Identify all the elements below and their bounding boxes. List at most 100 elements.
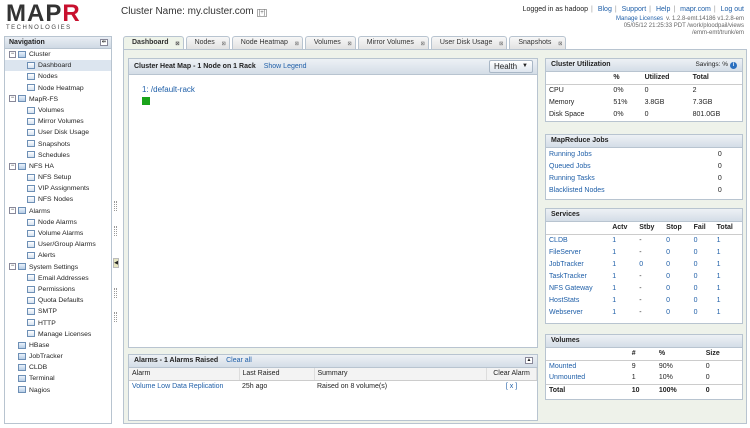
tab-volumes[interactable]: Volumes ⊠	[304, 36, 356, 49]
sidebar-item-dashboard[interactable]: Dashboard	[5, 60, 111, 72]
help-link[interactable]: Help	[656, 6, 670, 13]
count-link[interactable]: 1	[612, 261, 616, 268]
count-link[interactable]: 0	[666, 273, 670, 280]
count-link[interactable]: 1	[717, 297, 721, 304]
manage-licenses-link[interactable]: Manage Licenses	[616, 16, 663, 22]
count-link[interactable]: 0	[639, 261, 643, 268]
sidebar-item-mapr-fs[interactable]: − MapR-FS	[5, 94, 111, 105]
count-link[interactable]: 0	[694, 237, 698, 244]
clear-all-alarms-link[interactable]: Clear all	[226, 357, 252, 364]
sidebar-item-user-disk-usage[interactable]: User Disk Usage	[5, 127, 111, 138]
sidebar-item-node-alarms[interactable]: Node Alarms	[5, 217, 111, 228]
count-link[interactable]: 1	[717, 237, 721, 244]
collapse-tree-icon[interactable]: −	[9, 263, 16, 271]
sidebar-item-snapshots[interactable]: Snapshots	[5, 139, 111, 150]
count-link[interactable]: 1	[612, 297, 616, 304]
count-link[interactable]: 0	[694, 249, 698, 256]
tab-dashboard[interactable]: Dashboard ⊠	[123, 36, 184, 50]
running-tasks-link[interactable]: Running Tasks	[549, 175, 595, 182]
count-link[interactable]: 1	[717, 249, 721, 256]
sidebar-item-jobtracker[interactable]: JobTracker	[5, 351, 111, 362]
nfs-gateway-link[interactable]: NFS Gateway	[549, 285, 593, 292]
sidebar-item-permissions[interactable]: Permissions	[5, 284, 111, 295]
sidebar-item-volumes[interactable]: Volumes	[5, 105, 111, 116]
blacklisted-nodes-link[interactable]: Blacklisted Nodes	[549, 187, 605, 194]
tab-node-heatmap[interactable]: Node Heatmap ⊠	[231, 36, 303, 49]
sidebar-item-schedules[interactable]: Schedules	[5, 150, 111, 161]
unmounted-link[interactable]: Unmounted	[549, 374, 585, 381]
sidebar-item-nagios[interactable]: Nagios	[5, 385, 111, 396]
collapse-tree-icon[interactable]: −	[9, 162, 16, 170]
jobtracker-link[interactable]: JobTracker	[549, 261, 584, 268]
count-link[interactable]: 0	[666, 297, 670, 304]
count-link[interactable]: 0	[666, 249, 670, 256]
sidebar-item-alerts[interactable]: Alerts	[5, 250, 111, 261]
collapse-arrow-icon[interactable]: ◀	[113, 258, 119, 268]
count-link[interactable]: 0	[694, 273, 698, 280]
count-link[interactable]: 1	[717, 285, 721, 292]
logout-link[interactable]: Log out	[721, 6, 744, 13]
fileserver-link[interactable]: FileServer	[549, 249, 581, 256]
count-link[interactable]: 0	[694, 261, 698, 268]
sidebar-item-volume-alarms[interactable]: Volume Alarms	[5, 228, 111, 239]
count-link[interactable]: 0	[666, 285, 670, 292]
support-link[interactable]: Support	[622, 6, 647, 13]
collapse-tree-icon[interactable]: −	[9, 207, 16, 215]
sidebar-item-nfs-setup[interactable]: NFS Setup	[5, 172, 111, 183]
webserver-link[interactable]: Webserver	[549, 309, 583, 316]
collapse-tree-icon[interactable]: −	[9, 50, 16, 58]
sidebar-item-system-settings[interactable]: − System Settings	[5, 262, 111, 273]
count-link[interactable]: 1	[612, 309, 616, 316]
count-link[interactable]: 0	[694, 309, 698, 316]
hoststats-link[interactable]: HostStats	[549, 297, 579, 304]
count-link[interactable]: 1	[612, 249, 616, 256]
count-link[interactable]: 0	[666, 237, 670, 244]
sidebar-item-smtp[interactable]: SMTP	[5, 306, 111, 317]
sidebar-item-user-group-alarms[interactable]: User/Group Alarms	[5, 239, 111, 250]
sidebar-item-quota-defaults[interactable]: Quota Defaults	[5, 295, 111, 306]
tab-user-disk-usage[interactable]: User Disk Usage ⊠	[430, 36, 508, 49]
column-header-clear-alarm[interactable]: Clear Alarm	[486, 368, 537, 381]
count-link[interactable]: 1	[612, 237, 616, 244]
tab-nodes[interactable]: Nodes ⊠	[185, 36, 230, 49]
count-link[interactable]: 0	[694, 285, 698, 292]
count-link[interactable]: 1	[612, 285, 616, 292]
edit-cluster-name-icon[interactable]: [+]	[256, 9, 268, 17]
sidebar-item-terminal[interactable]: Terminal	[5, 373, 111, 384]
count-link[interactable]: 1	[717, 273, 721, 280]
column-header-last-raised[interactable]: Last Raised	[239, 368, 315, 381]
sidebar-item-cluster[interactable]: − Cluster	[5, 49, 111, 60]
sidebar-item-nfs-ha[interactable]: − NFS HA	[5, 161, 111, 172]
sidebar-item-alarms[interactable]: − Alarms	[5, 206, 111, 217]
collapse-navigation-icon[interactable]: ⇐	[100, 39, 108, 46]
queued-jobs-link[interactable]: Queued Jobs	[549, 163, 591, 170]
sidebar-item-nodes[interactable]: Nodes	[5, 71, 111, 82]
running-jobs-link[interactable]: Running Jobs	[549, 151, 592, 158]
collapse-tree-icon[interactable]: −	[9, 95, 16, 103]
rack-link[interactable]: 1: /default-rack	[142, 85, 195, 94]
sidebar-item-manage-licenses[interactable]: Manage Licenses	[5, 329, 111, 340]
clear-alarm-button[interactable]: [ x ]	[506, 383, 517, 390]
tab-mirror-volumes[interactable]: Mirror Volumes ⊠	[357, 36, 429, 49]
mounted-link[interactable]: Mounted	[549, 363, 576, 370]
health-dropdown[interactable]: Health ▼	[489, 60, 533, 73]
heatmap-node[interactable]	[142, 97, 150, 105]
sidebar-item-mirror-volumes[interactable]: Mirror Volumes	[5, 116, 111, 127]
column-header-alarm[interactable]: Alarm	[129, 368, 240, 381]
blog-link[interactable]: Blog	[598, 6, 612, 13]
alarm-name-link[interactable]: Volume Low Data Replication	[132, 383, 223, 390]
count-link[interactable]: 1	[717, 309, 721, 316]
sidebar-item-email-addresses[interactable]: Email Addresses	[5, 273, 111, 284]
mapr-com-link[interactable]: mapr.com	[680, 6, 711, 13]
count-link[interactable]: 1	[612, 273, 616, 280]
tasktracker-link[interactable]: TaskTracker	[549, 273, 587, 280]
count-link[interactable]: 0	[666, 309, 670, 316]
sidebar-item-vip-assignments[interactable]: VIP Assignments	[5, 183, 111, 194]
count-link[interactable]: 0	[694, 297, 698, 304]
tab-snapshots[interactable]: Snapshots ⊠	[509, 36, 567, 49]
panel-splitter[interactable]: ◀	[112, 36, 120, 424]
cldb-link[interactable]: CLDB	[549, 237, 568, 244]
sidebar-item-http[interactable]: HTTP	[5, 318, 111, 329]
sidebar-item-cldb[interactable]: CLDB	[5, 362, 111, 373]
count-link[interactable]: 1	[717, 261, 721, 268]
